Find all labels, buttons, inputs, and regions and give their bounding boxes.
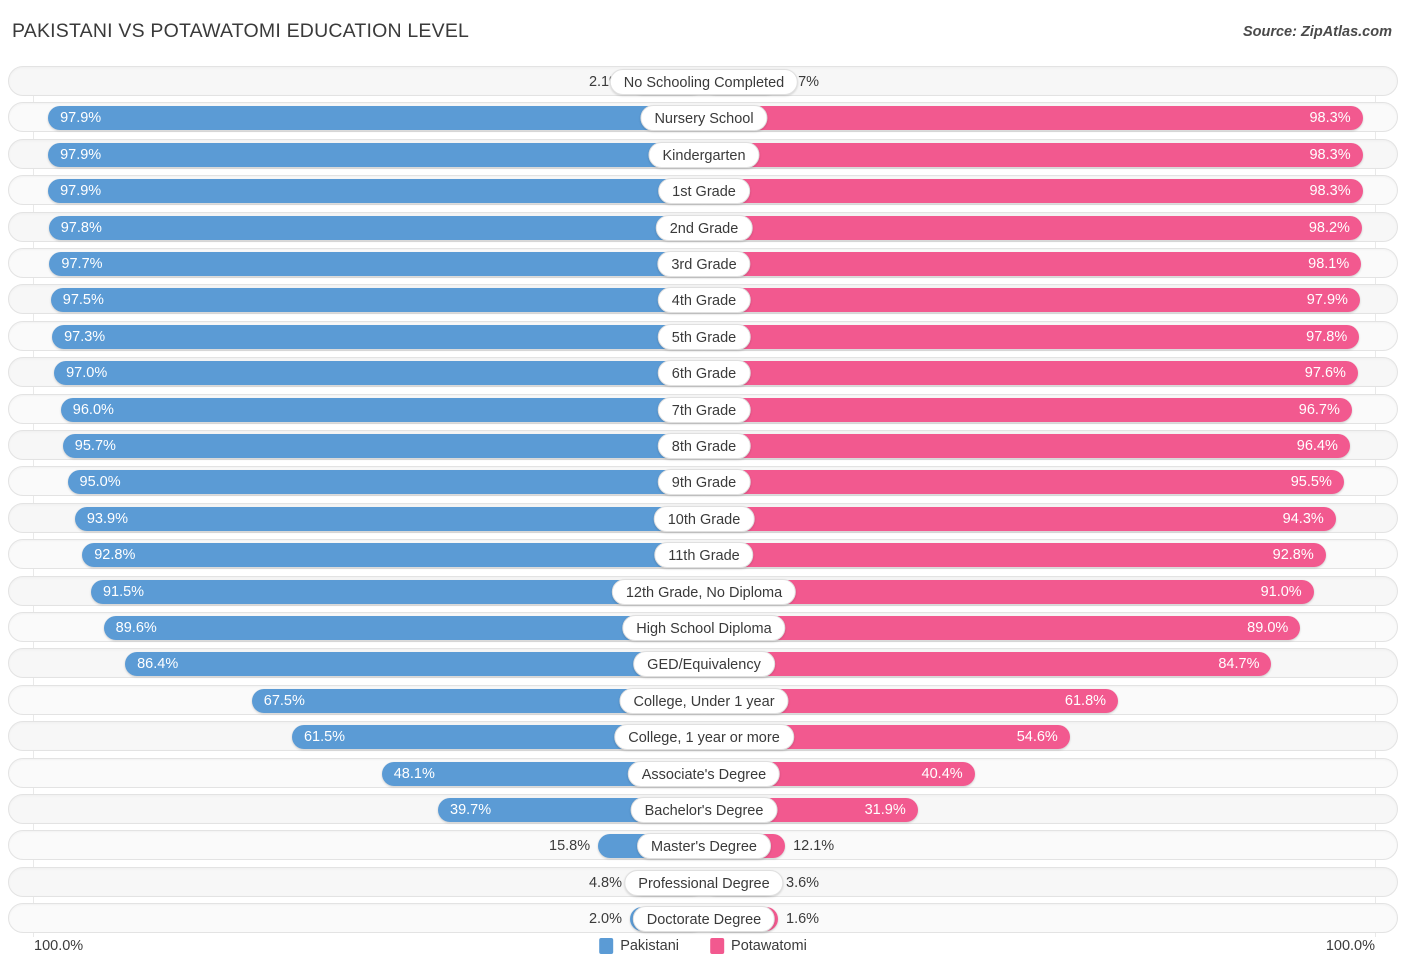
category-label[interactable]: 9th Grade	[657, 469, 751, 496]
bar-track: 86.4% 84.7% GED/Equivalency	[9, 649, 1397, 678]
chart-row[interactable]: 96.0% 96.7% 7th Grade	[8, 393, 1398, 424]
value-label-pakistani: 4.8%	[588, 874, 622, 891]
source-attribution: Source: ZipAtlas.com	[1242, 24, 1392, 40]
category-label[interactable]: 10th Grade	[653, 505, 755, 532]
chart-row[interactable]: 89.6% 89.0% High School Diploma	[8, 612, 1398, 642]
category-label[interactable]: 8th Grade	[657, 433, 751, 459]
chart-row[interactable]: 97.8% 98.2% 2nd Grade	[8, 211, 1398, 242]
chart-row[interactable]: 2.0% 1.6% Doctorate Degree	[8, 903, 1398, 934]
bar-track: 97.9% 98.3% 1st Grade	[9, 176, 1397, 205]
chart-row[interactable]: 97.3% 97.8% 5th Grade	[8, 320, 1398, 351]
bar-track: 97.5% 97.9% 4th Grade	[9, 285, 1397, 314]
bar-track: 4.8% 3.6% Professional Degree	[9, 868, 1397, 896]
chart-row[interactable]: 15.8% 12.1% Master's Degree	[8, 830, 1398, 861]
bar-track: 97.9% 98.3% Kindergarten	[9, 140, 1397, 168]
bar-track: 39.7% 31.9% Bachelor's Degree	[9, 795, 1397, 823]
chart-row[interactable]: 2.1% 1.7% No Schooling Completed	[8, 66, 1398, 96]
category-label[interactable]: Doctorate Degree	[632, 906, 776, 933]
category-label[interactable]: Kindergarten	[648, 141, 760, 168]
category-label[interactable]: Master's Degree	[637, 833, 771, 860]
category-label[interactable]: 11th Grade	[654, 542, 754, 569]
chart-row[interactable]: 97.9% 98.3% 1st Grade	[8, 175, 1398, 206]
bar-track: 97.9% 98.3% Nursery School	[9, 103, 1397, 132]
bar-track: 48.1% 40.4% Associate's Degree	[9, 759, 1397, 787]
chart-legend: Pakistani Potawatomi	[599, 938, 807, 954]
value-label-potawatomi: 3.6%	[786, 874, 820, 891]
bar-track: 15.8% 12.1% Master's Degree	[9, 831, 1397, 860]
category-label[interactable]: 6th Grade	[657, 360, 751, 387]
value-label-potawatomi: 61.8%	[1064, 692, 1107, 709]
chart-page: PAKISTANI VS POTAWATOMI EDUCATION LEVEL …	[0, 0, 1406, 975]
category-label[interactable]: Professional Degree	[624, 869, 784, 896]
category-label[interactable]: 3rd Grade	[657, 251, 751, 277]
bar-track: 67.5% 61.8% College, Under 1 year	[9, 686, 1397, 714]
category-label[interactable]: No Schooling Completed	[609, 69, 799, 95]
chart-row[interactable]: 95.0% 95.5% 9th Grade	[8, 466, 1398, 497]
value-label-pakistani: 2.0%	[588, 911, 622, 928]
chart-row[interactable]: 97.0% 97.6% 6th Grade	[8, 357, 1398, 388]
bar-track: 95.7% 96.4% 8th Grade	[9, 431, 1397, 459]
bar-track: 96.0% 96.7% 7th Grade	[9, 395, 1397, 423]
legend-swatch-pakistani	[599, 938, 614, 954]
chart-footer: 100.0% Pakistani Potawatomi 100.0%	[8, 938, 1398, 968]
chart-row[interactable]: 39.7% 31.9% Bachelor's Degree	[8, 794, 1398, 824]
value-label-potawatomi: 1.6%	[786, 911, 820, 928]
category-label[interactable]: 1st Grade	[658, 178, 750, 205]
chart-row[interactable]: 4.8% 3.6% Professional Degree	[8, 866, 1398, 897]
value-label-pakistani: 15.8%	[549, 838, 591, 855]
chart-row[interactable]: 95.7% 96.4% 8th Grade	[8, 430, 1398, 460]
bar-track: 91.5% 91.0% 12th Grade, No Diploma	[9, 577, 1397, 605]
category-label[interactable]: GED/Equivalency	[633, 651, 775, 678]
chart-row[interactable]: 97.9% 98.3% Nursery School	[8, 102, 1398, 133]
chart-row[interactable]: 61.5% 54.6% College, 1 year or more	[8, 721, 1398, 752]
category-label[interactable]: Associate's Degree	[627, 760, 781, 787]
legend-label-potawatomi: Potawatomi	[731, 938, 807, 954]
chart-row[interactable]: 67.5% 61.8% College, Under 1 year	[8, 684, 1398, 715]
legend-label-pakistani: Pakistani	[620, 938, 680, 954]
bar-track: 97.0% 97.6% 6th Grade	[9, 358, 1397, 387]
category-label[interactable]: High School Diploma	[622, 615, 786, 641]
page-title: PAKISTANI VS POTAWATOMI EDUCATION LEVEL	[12, 20, 470, 42]
category-label[interactable]: 12th Grade, No Diploma	[611, 578, 797, 605]
chart-row[interactable]: 91.5% 91.0% 12th Grade, No Diploma	[8, 575, 1398, 606]
axis-right-max: 100.0%	[1325, 938, 1375, 954]
bar-track: 97.8% 98.2% 2nd Grade	[9, 213, 1397, 241]
value-label-potawatomi: 12.1%	[793, 838, 835, 855]
chart-row[interactable]: 93.9% 94.3% 10th Grade	[8, 502, 1398, 533]
chart-row[interactable]: 97.9% 98.3% Kindergarten	[8, 138, 1398, 169]
category-label[interactable]: College, Under 1 year	[619, 687, 789, 714]
legend-item-pakistani[interactable]: Pakistani	[599, 938, 679, 954]
bar-track: 92.8% 92.8% 11th Grade	[9, 540, 1397, 569]
category-label[interactable]: 5th Grade	[657, 323, 751, 350]
chart-row[interactable]: 86.4% 84.7% GED/Equivalency	[8, 648, 1398, 679]
diverging-bar-chart: 2.1% 1.7% No Schooling Completed 97.9% 98.3%…	[8, 66, 1398, 937]
bar-track: 89.6% 89.0% High School Diploma	[9, 613, 1397, 641]
legend-item-potawatomi[interactable]: Potawatomi	[710, 938, 807, 954]
category-label[interactable]: 4th Grade	[657, 287, 751, 314]
bar-track: 97.3% 97.8% 5th Grade	[9, 322, 1397, 350]
chart-row[interactable]: 48.1% 40.4% Associate's Degree	[8, 757, 1398, 788]
bar-track: 2.1% 1.7% No Schooling Completed	[9, 67, 1397, 95]
bar-track: 95.0% 95.5% 9th Grade	[9, 467, 1397, 496]
value-label-potawatomi: 54.6%	[1016, 729, 1058, 746]
bar-track: 93.9% 94.3% 10th Grade	[9, 504, 1397, 532]
category-label[interactable]: 7th Grade	[657, 396, 751, 423]
axis-left-max: 100.0%	[34, 938, 84, 954]
value-label-potawatomi: 40.4%	[921, 765, 963, 782]
bar-track: 61.5% 54.6% College, 1 year or more	[9, 722, 1397, 751]
category-label[interactable]: Nursery School	[640, 105, 768, 132]
category-label[interactable]: 2nd Grade	[655, 214, 753, 241]
bar-track: 97.7% 98.1% 3rd Grade	[9, 249, 1397, 277]
bar-track: 2.0% 1.6% Doctorate Degree	[9, 904, 1397, 933]
value-label-pakistani: 2.1%	[588, 74, 622, 90]
chart-row[interactable]: 97.7% 98.1% 3rd Grade	[8, 248, 1398, 278]
category-label[interactable]: College, 1 year or more	[614, 724, 794, 751]
legend-swatch-potawatomi	[710, 938, 725, 954]
category-label[interactable]: Bachelor's Degree	[630, 797, 778, 823]
chart-row[interactable]: 92.8% 92.8% 11th Grade	[8, 539, 1398, 570]
chart-row[interactable]: 97.5% 97.9% 4th Grade	[8, 284, 1398, 315]
